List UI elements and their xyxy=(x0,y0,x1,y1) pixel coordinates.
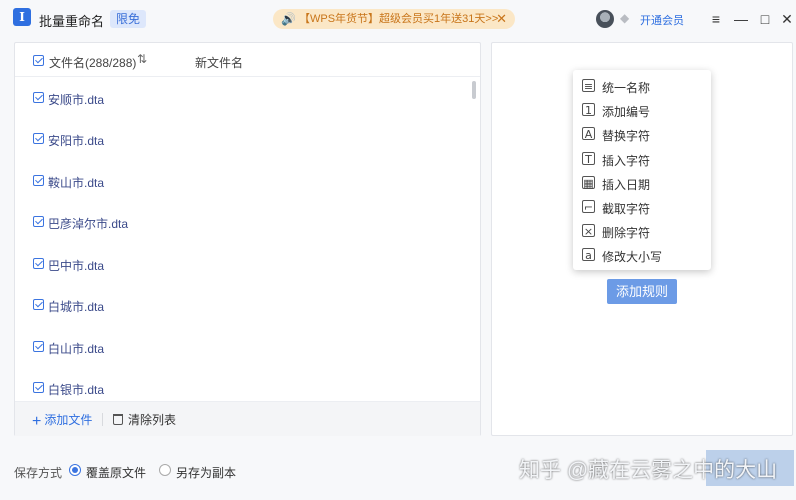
file-checkbox[interactable] xyxy=(33,382,44,393)
vip-shield-icon: ◆ xyxy=(620,11,630,25)
file-name: 鞍山市.dta xyxy=(48,176,105,190)
rule-dropdown-menu: ≡ 统一名称 1 添加编号 A 替换字符 T 插入字符 ▦ 插入日期 ⌐ 截取字… xyxy=(573,70,711,270)
list-header: 文件名(288/288) ⇅ 新文件名 xyxy=(15,43,480,77)
header-filename: 文件名(288/288) xyxy=(49,56,137,70)
list-item[interactable]: 巴彦淖尔市.dta xyxy=(15,212,475,232)
menu-item-replace[interactable]: A 替换字符 xyxy=(573,122,711,146)
list-item[interactable]: 白银市.dta xyxy=(15,378,475,398)
calendar-icon: ▦ xyxy=(582,176,595,190)
speaker-icon: 🔊 xyxy=(281,12,296,26)
case-icon: a xyxy=(582,248,595,262)
menu-item-label: 统一名称 xyxy=(602,81,651,95)
plus-icon: + xyxy=(32,413,42,430)
overwrite-radio[interactable] xyxy=(69,464,81,476)
menu-icon[interactable]: ≡ xyxy=(706,9,726,29)
minimize-button[interactable]: — xyxy=(731,9,751,29)
promo-close-icon[interactable]: ✕ xyxy=(496,9,507,29)
menu-item-crop[interactable]: ⌐ 截取字符 xyxy=(573,195,711,219)
menu-item-label: 添加编号 xyxy=(602,105,651,119)
delete-char-icon: × xyxy=(582,224,595,238)
file-name: 白城市.dta xyxy=(48,300,105,314)
select-all-checkbox[interactable] xyxy=(33,55,44,66)
menu-item-add-number[interactable]: 1 添加编号 xyxy=(573,98,711,122)
divider xyxy=(102,413,103,426)
open-vip-link[interactable]: 开通会员 xyxy=(640,12,684,28)
promo-text[interactable]: 【WPS年货节】超级会员买1年送31天>> xyxy=(299,9,498,29)
menu-item-change-case[interactable]: a 修改大小写 xyxy=(573,243,711,267)
overwrite-label[interactable]: 覆盖原文件 xyxy=(86,464,146,481)
file-name: 白银市.dta xyxy=(48,383,105,397)
list-item[interactable]: 安阳市.dta xyxy=(15,129,475,149)
add-file-button[interactable]: + 添加文件 xyxy=(32,411,93,430)
file-name: 安阳市.dta xyxy=(48,134,105,148)
app-logo-icon: I xyxy=(13,8,31,26)
header-new-filename: 新文件名 xyxy=(195,56,244,70)
file-name: 安顺市.dta xyxy=(48,93,105,107)
crop-icon: ⌐ xyxy=(582,200,595,214)
file-name: 巴彦淖尔市.dta xyxy=(48,217,129,231)
maximize-button[interactable]: □ xyxy=(755,9,775,29)
close-button[interactable]: ✕ xyxy=(777,9,796,29)
save-copy-radio[interactable] xyxy=(159,464,171,476)
save-copy-label[interactable]: 另存为副本 xyxy=(176,464,236,481)
free-badge: 限免 xyxy=(110,10,147,28)
clear-list-label: 清除列表 xyxy=(128,413,177,427)
numbering-icon: 1 xyxy=(582,103,595,117)
file-checkbox[interactable] xyxy=(33,92,44,103)
title-bar: I 批量重命名 限免 🔊 【WPS年货节】超级会员买1年送31天>> ✕ ◆ 开… xyxy=(0,0,796,38)
file-list: 安顺市.dta 安阳市.dta 鞍山市.dta 巴彦淖尔市.dta 巴中市.dt… xyxy=(15,77,475,401)
menu-item-insert-text[interactable]: T 插入字符 xyxy=(573,147,711,171)
menu-item-unify-name[interactable]: ≡ 统一名称 xyxy=(573,74,711,98)
file-checkbox[interactable] xyxy=(33,175,44,186)
add-rule-button[interactable]: 添加规则 xyxy=(607,279,677,304)
file-list-panel: 文件名(288/288) ⇅ 新文件名 安顺市.dta 安阳市.dta 鞍山市.… xyxy=(14,42,481,436)
file-checkbox[interactable] xyxy=(33,133,44,144)
add-file-label: 添加文件 xyxy=(44,413,93,427)
menu-item-label: 截取字符 xyxy=(602,202,651,216)
avatar[interactable] xyxy=(596,10,614,28)
menu-item-insert-date[interactable]: ▦ 插入日期 xyxy=(573,171,711,195)
file-name: 白山市.dta xyxy=(48,342,105,356)
menu-item-label: 删除字符 xyxy=(602,226,651,240)
list-item[interactable]: 白城市.dta xyxy=(15,295,475,315)
menu-item-label: 修改大小写 xyxy=(602,250,663,264)
replace-icon: A xyxy=(582,127,595,141)
list-item[interactable]: 巴中市.dta xyxy=(15,254,475,274)
menu-item-label: 替换字符 xyxy=(602,129,651,143)
file-checkbox[interactable] xyxy=(33,216,44,227)
list-footer: + 添加文件 清除列表 xyxy=(15,401,480,436)
promo-banner[interactable]: 🔊 【WPS年货节】超级会员买1年送31天>> ✕ xyxy=(273,9,515,29)
save-mode-label: 保存方式 xyxy=(14,466,63,480)
file-checkbox[interactable] xyxy=(33,258,44,269)
trash-icon xyxy=(113,414,123,425)
menu-item-label: 插入字符 xyxy=(602,154,651,168)
clear-list-button[interactable]: 清除列表 xyxy=(113,411,176,428)
scrollbar[interactable] xyxy=(472,81,476,99)
list-item[interactable]: 鞍山市.dta xyxy=(15,171,475,191)
file-checkbox[interactable] xyxy=(33,299,44,310)
sort-icon[interactable]: ⇅ xyxy=(137,52,147,66)
file-name: 巴中市.dta xyxy=(48,259,105,273)
file-checkbox[interactable] xyxy=(33,341,44,352)
menu-item-label: 插入日期 xyxy=(602,178,651,192)
menu-item-delete-char[interactable]: × 删除字符 xyxy=(573,219,711,243)
list-item[interactable]: 安顺市.dta xyxy=(15,88,475,108)
insert-text-icon: T xyxy=(582,152,595,166)
watermark: 知乎 @藏在云雾之中的大山 xyxy=(519,459,778,482)
app-title: 批量重命名 xyxy=(39,14,105,29)
list-item[interactable]: 白山市.dta xyxy=(15,337,475,357)
unify-name-icon: ≡ xyxy=(582,79,595,93)
